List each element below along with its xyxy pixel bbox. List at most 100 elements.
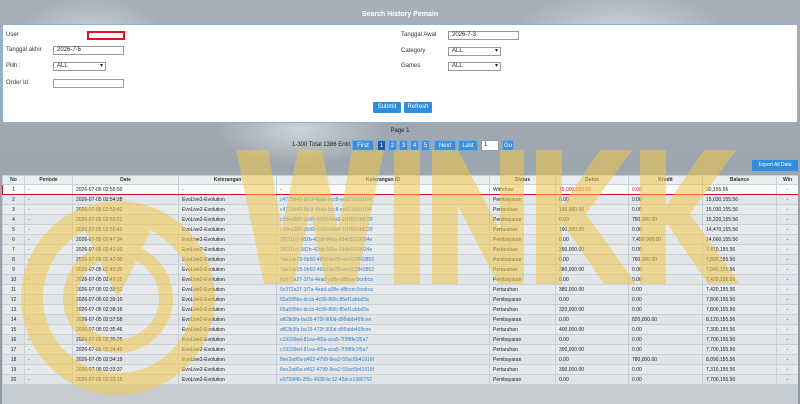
pilih-select[interactable]: ALL ▾ [53, 62, 106, 71]
go-button[interactable]: Go [502, 140, 514, 151]
table-row[interactable]: 8-2026-07-05 02:42:00 EvoLive2-Evolution 7… [2, 254, 798, 265]
cell-keterangan-id[interactable]: af63b3fa-ba15-472f-900d-d99abb469cee [276, 314, 490, 325]
cell-keterangan-id[interactable]: - [276, 184, 490, 195]
table-row[interactable]: 5-2026-07-05 02:50:43 EvoLive2-Evolution c… [2, 224, 798, 235]
cell-balance: 7,700,155.56 [702, 344, 777, 355]
cell-status: Pertaruhan [489, 244, 556, 255]
cell-periode: - [24, 194, 73, 205]
cell-kredit: 0.00 [628, 204, 703, 215]
cell-keterangan-id[interactable]: 8ee2ad0a-d462-4799-9ea2-59ac6b41916f [276, 364, 490, 375]
cell-keterangan-id[interactable]: c19339ed-81ea-4f2a-aca5-7f3f8fe1f5a7 [276, 344, 490, 355]
cell-keterangan-id[interactable]: 8ee2ad0a-d462-4799-9ea2-59ac6b41916f [276, 354, 490, 365]
col-header-keterangan[interactable]: Keterangan [178, 175, 277, 185]
submit-button[interactable]: Submit [373, 102, 401, 113]
cell-periode: - [24, 304, 73, 315]
cell-keterangan-id[interactable]: 29f311cf-982b-42dd-849a-694b8210024e [276, 244, 490, 255]
page-button-5[interactable]: 5 [421, 140, 430, 151]
col-header-kredit[interactable]: Kredit [628, 175, 703, 185]
cell-date: 2026-07-05 02:55:50 [72, 184, 179, 195]
table-row[interactable]: 18-2026-07-05 02:34:19 EvoLive2-Evolution… [2, 354, 798, 365]
cell-periode: - [24, 314, 73, 325]
table-row[interactable]: 15-2026-07-05 02:35:46 EvoLive2-Evolution… [2, 324, 798, 335]
cell-keterangan: EvoLive2-Evolution [178, 244, 277, 255]
table-row[interactable]: 4-2026-07-05 02:53:21 EvoLive2-Evolution c… [2, 214, 798, 225]
table-row[interactable]: 12-2026-07-05 02:39:10 EvoLive2-Evolution… [2, 294, 798, 305]
cell-win: - [776, 264, 798, 275]
table-row[interactable]: 2-2026-07-05 02:54:28 EvoLive2-Evolution c… [2, 194, 798, 205]
col-header-periode[interactable]: Periode [24, 175, 73, 185]
cell-keterangan-id[interactable]: 0c972a27-1f7a-4ead-a38e-d8bcec0cebca [276, 284, 490, 295]
table-row[interactable]: 16-2026-07-05 02:35:26 EvoLive2-Evolution… [2, 334, 798, 345]
order-id-field[interactable] [53, 79, 124, 88]
cell-keterangan-id[interactable]: c3dea389-db99-4340-b4a9-1f1f6514d520 [276, 214, 490, 225]
user-label: User [6, 32, 19, 38]
refresh-button[interactable]: Refresh [404, 102, 432, 113]
page-number-input[interactable]: 1 [481, 140, 499, 151]
col-header-keterangan-id[interactable]: Keterangan ID [276, 175, 490, 185]
table-row[interactable]: 7-2026-07-05 02:42:20 EvoLive2-Evolution 2… [2, 244, 798, 255]
col-header-status[interactable]: Status [489, 175, 556, 185]
cell-keterangan-id[interactable]: c4715d40-9b1f-4bab-bcc8-ec62155d1f94 [276, 194, 490, 205]
page-button-3[interactable]: 3 [399, 140, 408, 151]
games-select[interactable]: ALL ▾ [448, 62, 501, 71]
table-row[interactable]: 19-2026-07-05 02:33:37 EvoLive2-Evolution… [2, 364, 798, 375]
cell-status: Pertaruhan [489, 344, 556, 355]
table-row[interactable]: 14-2026-07-05 02:37:58 EvoLive2-Evolution… [2, 314, 798, 325]
cell-periode: - [24, 284, 73, 295]
cell-keterangan-id[interactable]: 29f311cf-982b-42dd-849a-694b8210024e [276, 234, 490, 245]
user-field[interactable] [87, 31, 125, 40]
table-row[interactable]: 11-2026-07-05 02:39:51 EvoLive2-Evolution… [2, 284, 798, 295]
table-row[interactable]: 17-2026-07-05 02:34:40 EvoLive2-Evolution… [2, 344, 798, 355]
col-header-date[interactable]: Date [72, 175, 179, 185]
cell-kredit: 760,000.00 [628, 254, 703, 265]
table-row[interactable]: 6-2026-07-05 02:47:34 EvoLive2-Evolution 2… [2, 234, 798, 245]
cell-keterangan-id[interactable]: c19339ed-81ea-4f2a-aca5-7f3f8fe1f5a7 [276, 334, 490, 345]
page-button-1[interactable]: 1 [377, 140, 386, 151]
cell-date: 2026-07-05 02:33:16 [72, 374, 179, 385]
cell-keterangan-id[interactable]: 65a595bc-dccb-4c99-86fc-85ef1afdaf3a [276, 304, 490, 315]
page-label: Page 1 [390, 128, 410, 134]
cell-keterangan: EvoLive2-Evolution [178, 344, 277, 355]
page-button-4[interactable]: 4 [410, 140, 419, 151]
table-row[interactable]: 3-2026-07-05 02:53:42 EvoLive2-Evolution c… [2, 204, 798, 215]
cell-debet: 390,000.00 [555, 364, 629, 375]
col-header-no[interactable]: No [2, 175, 25, 185]
export-all-data-button[interactable]: Export All Data [752, 160, 798, 171]
first-page-button[interactable]: First [352, 140, 374, 151]
cell-keterangan-id[interactable]: af63b3fa-ba15-472f-900d-d99abb469cee [276, 324, 490, 335]
cell-no: 1 [2, 184, 25, 195]
cell-date: 2026-07-05 02:35:26 [72, 334, 179, 345]
cell-status: Pertaruhan [489, 304, 556, 315]
cell-kredit: 780,000.00 [628, 354, 703, 365]
category-select[interactable]: ALL ▾ [448, 47, 501, 56]
cell-keterangan-id[interactable]: c4715d40-9b1f-4bab-bcc8-ec62155d1f94 [276, 204, 490, 215]
table-row[interactable]: 10-2026-07-05 02:40:10 EvoLive2-Evolution… [2, 274, 798, 285]
cell-keterangan-id[interactable]: 0c972a27-1f7a-4ead-a38e-d8bcec0cebca [276, 274, 490, 285]
table-row[interactable]: 9-2026-07-05 02:40:30 EvoLive2-Evolution 7… [2, 264, 798, 275]
cell-win: - [776, 334, 798, 345]
cell-keterangan-id[interactable]: 7ae1ae15-9b50-499d-be35-eec629f43852 [276, 254, 490, 265]
tanggal-awal-field[interactable]: 2026-7-3 [448, 31, 519, 40]
cell-kredit: 0.00 [628, 374, 703, 385]
page-button-2[interactable]: 2 [388, 140, 397, 151]
table-row[interactable]: 1-2026-07-05 02:55:50- - Withdraw 15,000,00… [2, 184, 798, 195]
col-header-win[interactable]: Win [776, 175, 798, 185]
cell-keterangan-id[interactable]: 65a595bc-dccb-4c99-86fc-85ef1afdaf3a [276, 294, 490, 305]
cell-keterangan: EvoLive2-Evolution [178, 364, 277, 375]
tanggal-akhir-field[interactable]: 2026-7-5 [53, 46, 124, 55]
cell-keterangan: EvoLive2-Evolution [178, 234, 277, 245]
next-page-button[interactable]: Next [434, 140, 456, 151]
cell-date: 2026-07-05 02:50:43 [72, 224, 179, 235]
cell-keterangan-id[interactable]: c3dea389-db99-4340-b4a9-1f1f6514d520 [276, 224, 490, 235]
col-header-balance[interactable]: Balance [702, 175, 777, 185]
cell-keterangan-id[interactable]: 7ae1ae15-9b50-499d-be35-eec629f43852 [276, 264, 490, 275]
table-row[interactable]: 20-2026-07-05 02:33:16 EvoLive2-Evolution… [2, 374, 798, 385]
cell-keterangan-id[interactable]: e0759f4b-2f0c-4938-bc12-45dce1985752 [276, 374, 490, 385]
cell-kredit: 0.00 [628, 294, 703, 305]
col-header-debet[interactable]: Debet [555, 175, 629, 185]
cell-periode: - [24, 224, 73, 235]
cell-balance: 14,660,155.56 [702, 234, 777, 245]
table-row[interactable]: 13-2026-07-05 02:38:16 EvoLive2-Evolution… [2, 304, 798, 315]
cell-status: Pembayaran [489, 314, 556, 325]
last-page-button[interactable]: Last [458, 140, 478, 151]
